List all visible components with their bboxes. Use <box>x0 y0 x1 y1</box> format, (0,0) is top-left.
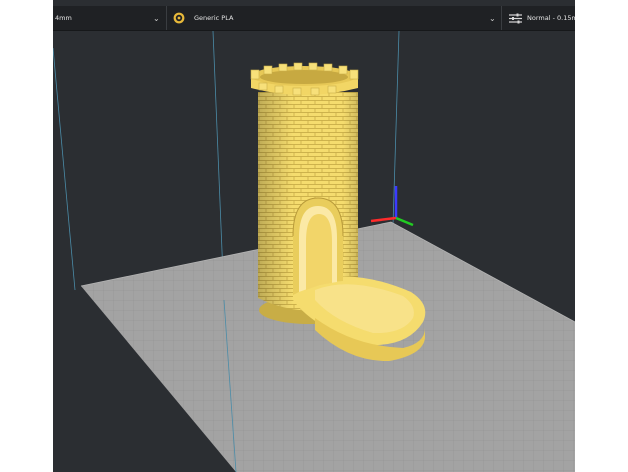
sliders-icon <box>509 13 522 24</box>
top-toolbar: 4mm ⌄ Generic PLA ⌄ Normal - 0.15m <box>53 6 575 31</box>
chevron-down-icon[interactable]: ⌄ <box>153 6 160 30</box>
material-label: Generic PLA <box>194 14 234 22</box>
3d-viewport[interactable] <box>53 30 575 472</box>
axis-gizmo <box>370 186 414 227</box>
dice-tower-model[interactable] <box>250 62 426 362</box>
nozzle-label: 4mm <box>55 14 72 22</box>
material-selector[interactable]: Generic PLA <box>167 6 500 30</box>
printer-nozzle-selector[interactable]: 4mm <box>53 6 165 30</box>
chevron-down-icon[interactable]: ⌄ <box>489 6 496 30</box>
print-settings-selector[interactable]: Normal - 0.15mm <box>502 6 575 30</box>
profile-label: Normal - 0.15mm <box>527 14 575 22</box>
spool-icon <box>173 12 185 24</box>
slicer-window: 4mm ⌄ Generic PLA ⌄ Normal - 0.15m <box>53 0 575 472</box>
